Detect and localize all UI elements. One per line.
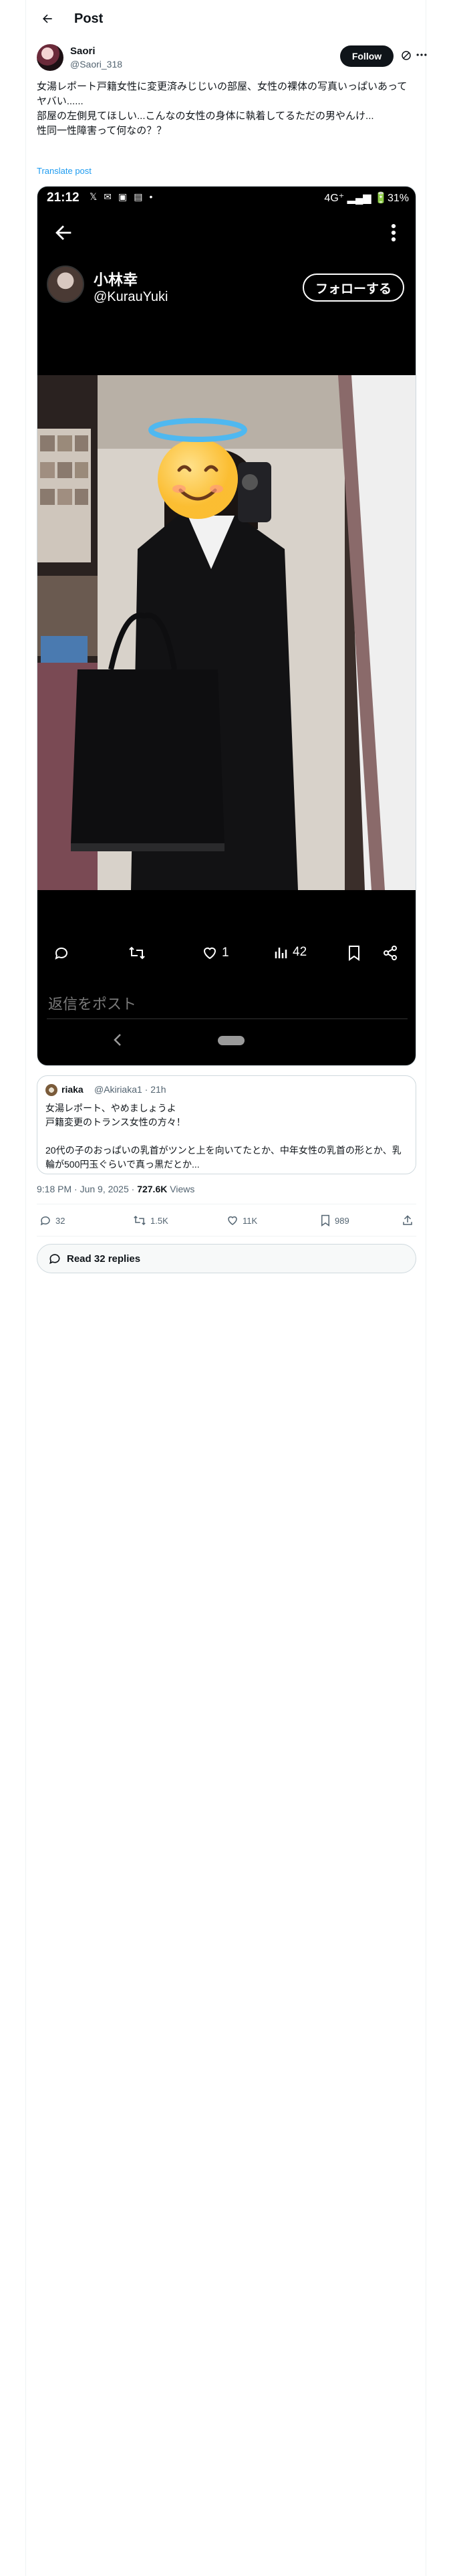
inner-bookmark	[347, 945, 361, 961]
arrow-left-icon	[55, 225, 71, 240]
views-label: Views	[167, 1184, 195, 1194]
status-right: 4G⁺ ▂▄▆ 🔋31%	[324, 193, 409, 204]
repost-icon	[129, 946, 145, 960]
inner-views: 42	[274, 945, 307, 960]
bookmark-button[interactable]: 989	[320, 1214, 349, 1226]
speech-bubble-icon	[49, 1254, 60, 1265]
arrow-left-icon	[43, 14, 52, 23]
reply-button[interactable]: 32	[39, 1214, 65, 1226]
views-icon	[275, 948, 287, 958]
profile-name: 小林幸	[94, 272, 138, 288]
follow-button[interactable]: Follow	[340, 45, 394, 67]
views-count: 727.6K	[137, 1184, 168, 1194]
main-column: Post Saori @Saori_318 Follow 女湯レポート戸籍女性に…	[25, 0, 427, 2576]
avatar[interactable]	[37, 44, 63, 71]
repost-button[interactable]: 1.5K	[133, 1214, 168, 1226]
more-icon[interactable]	[415, 48, 428, 62]
header: Post	[26, 0, 427, 37]
share-button[interactable]	[402, 1214, 414, 1226]
app-icon: ▣	[118, 191, 128, 202]
like-button[interactable]: 11K	[227, 1214, 257, 1226]
vertical-more-icon	[391, 223, 396, 242]
inner-reply-placeholder: 返信をポスト	[48, 996, 137, 1012]
post-time[interactable]: 9:18 PM · Jun 9, 2025 ·	[37, 1184, 137, 1194]
quote-author-name: riaka	[61, 1084, 84, 1095]
read-replies-label: Read 32 replies	[67, 1253, 141, 1265]
quote-author-handle: @Akiriaka1 · 21h	[94, 1084, 166, 1095]
notification-icons: 𝕏 ✉ ▣ ▤ •	[90, 191, 152, 203]
status-time: 21:12	[47, 191, 80, 205]
dot-icon: •	[149, 191, 153, 202]
read-replies-button[interactable]: Read 32 replies	[37, 1244, 416, 1273]
quoted-post[interactable]: riaka @Akiriaka1 · 21h 女湯レポート、やめましょうよ 戸籍…	[37, 1075, 416, 1174]
share-icon	[384, 946, 397, 960]
inner-action-bar: 1 42	[37, 942, 416, 969]
page-title: Post	[74, 11, 104, 26]
post-timestamp: 9:18 PM · Jun 9, 2025 · 727.6K Views	[37, 1184, 194, 1194]
inner-repost	[128, 945, 146, 961]
inner-views-count: 42	[293, 945, 307, 959]
repost-icon	[134, 1215, 146, 1226]
engagement-bar: 32 1.5K 11K 989	[37, 1208, 416, 1235]
inner-like-count: 1	[222, 946, 229, 960]
divider	[37, 1236, 416, 1237]
app-icon: ▤	[134, 191, 143, 202]
follow-button-jp: フォローする	[303, 274, 404, 302]
chevron-left-icon	[114, 1034, 121, 1046]
inner-divider	[47, 1018, 408, 1019]
heart-icon	[228, 1216, 237, 1225]
bookmark-icon	[349, 946, 359, 961]
inner-like: 1	[202, 945, 229, 961]
mail-icon: ✉	[104, 191, 112, 202]
bookmark-icon	[321, 1214, 329, 1226]
reply-icon	[55, 947, 67, 960]
reply-count: 32	[55, 1215, 65, 1226]
grok-icon[interactable]	[400, 49, 412, 62]
quote-text: 女湯レポート、やめましょうよ 戸籍変更のトランス女性の方々！ 20代の子のおっぱ…	[45, 1103, 402, 1170]
author-name[interactable]: Saori	[70, 45, 96, 57]
mirror-selfie-photo	[37, 375, 416, 890]
profile-handle: @KurauYuki	[94, 290, 168, 304]
phone-status-bar: 21:12 𝕏 ✉ ▣ ▤ • 4G⁺ ▂▄▆ 🔋31%	[37, 187, 416, 209]
share-icon	[403, 1215, 412, 1225]
quote-avatar	[45, 1084, 57, 1096]
bookmark-count: 989	[335, 1215, 349, 1226]
inner-share	[382, 945, 398, 961]
home-pill	[218, 1036, 245, 1045]
x-logo-icon: 𝕏	[90, 191, 98, 202]
post-text: 女湯レポート戸籍女性に変更済みじじいの部屋、女性の裸体の写真いっぱいあってヤバい…	[37, 81, 408, 136]
post-media[interactable]: 21:12 𝕏 ✉ ▣ ▤ • 4G⁺ ▂▄▆ 🔋31% 小林幸 @KurauY…	[37, 186, 416, 1066]
post-author: Saori @Saori_318 Follow	[37, 44, 427, 74]
inner-reply	[53, 945, 69, 961]
reply-icon	[40, 1216, 50, 1226]
translate-post-link[interactable]: Translate post	[37, 166, 92, 176]
back-button[interactable]	[35, 7, 59, 31]
author-handle[interactable]: @Saori_318	[70, 59, 122, 70]
repost-count: 1.5K	[150, 1215, 168, 1226]
like-count: 11K	[243, 1215, 258, 1226]
heart-icon	[203, 947, 216, 960]
profile-avatar	[47, 265, 84, 303]
